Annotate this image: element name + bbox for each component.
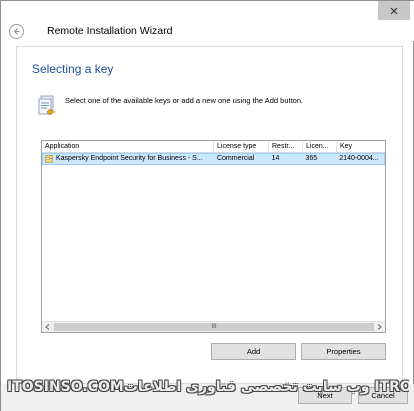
- list-header: Application License type Restr... Licen.…: [42, 141, 385, 153]
- scroll-left-button[interactable]: [42, 322, 53, 332]
- close-button[interactable]: [378, 1, 410, 20]
- instruction-text: Select one of the available keys or add …: [65, 96, 304, 105]
- close-icon: [390, 7, 398, 14]
- table-row[interactable]: Kaspersky Endpoint Security for Business…: [42, 153, 385, 165]
- back-button[interactable]: [9, 24, 24, 39]
- cell-license-type: Commercial: [216, 155, 255, 162]
- chevron-left-icon: [45, 324, 50, 330]
- cell-application: Kaspersky Endpoint Security for Business…: [43, 154, 214, 164]
- column-license-type[interactable]: License type: [214, 141, 269, 153]
- scrollbar-thumb[interactable]: III: [54, 323, 374, 331]
- keys-list[interactable]: Application License type Restr... Licen.…: [41, 140, 386, 333]
- title-bar: Remote Installation Wizard: [1, 1, 414, 41]
- application-name: Kaspersky Endpoint Security for Business…: [56, 155, 203, 162]
- horizontal-scrollbar[interactable]: III: [42, 321, 385, 332]
- column-restrictions[interactable]: Restr...: [269, 141, 303, 153]
- wizard-content-panel: Selecting a key Select one of the availa…: [16, 46, 403, 384]
- column-key[interactable]: Key: [337, 141, 385, 153]
- back-arrow-icon: [13, 28, 20, 35]
- scrollbar-grip: III: [211, 323, 217, 330]
- next-button[interactable]: Next: [298, 387, 352, 404]
- properties-button[interactable]: Properties: [301, 343, 386, 360]
- cell-license-term: 365: [305, 155, 318, 162]
- add-button[interactable]: Add: [211, 343, 296, 360]
- cell-restrictions: 14: [271, 155, 280, 162]
- wizard-footer: Next Cancel: [1, 384, 414, 411]
- key-document-icon: [38, 95, 56, 115]
- cancel-button[interactable]: Cancel: [358, 387, 408, 404]
- page-heading: Selecting a key: [32, 62, 114, 76]
- chevron-right-icon: [377, 324, 382, 330]
- column-application[interactable]: Application: [42, 141, 214, 153]
- cell-key: 2140-0004...: [339, 155, 379, 162]
- scroll-right-button[interactable]: [374, 322, 385, 332]
- column-license-term[interactable]: Licen...: [303, 141, 337, 153]
- key-icon: [45, 155, 53, 163]
- window-title: Remote Installation Wizard: [47, 25, 173, 37]
- wizard-window: Remote Installation Wizard Selecting a k…: [0, 0, 414, 411]
